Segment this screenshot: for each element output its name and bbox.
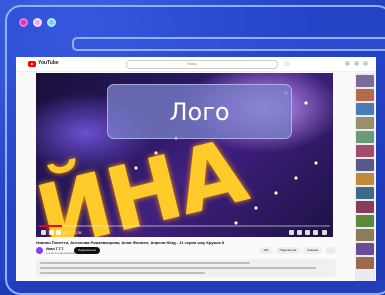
- player-controls: 0:00 / 12:35: [39, 228, 330, 235]
- recommendation-thumbnail[interactable]: [356, 131, 374, 143]
- header-icons: [345, 61, 368, 66]
- next-icon[interactable]: [49, 230, 54, 235]
- channel-row: Иван Т.Т.Т. 1,2 млн подписчиков Подписат…: [36, 247, 336, 257]
- volume-icon[interactable]: [56, 230, 61, 235]
- miniplayer-icon[interactable]: [305, 230, 310, 235]
- more-button[interactable]: ...: [325, 247, 336, 254]
- recommendation-thumbnail[interactable]: [356, 117, 374, 129]
- recommendation-thumbnail[interactable]: [356, 103, 374, 115]
- settings-icon[interactable]: [297, 230, 302, 235]
- upload-icon[interactable]: [345, 61, 350, 66]
- recommendations-sidebar: [355, 73, 375, 281]
- captions-icon[interactable]: [289, 230, 294, 235]
- recommendation-thumbnail[interactable]: [356, 75, 374, 87]
- window-dot-pink[interactable]: [33, 18, 42, 27]
- recommendation-thumbnail[interactable]: [356, 145, 374, 157]
- recommendation-thumbnail[interactable]: [356, 201, 374, 213]
- description-line: [40, 267, 316, 269]
- time-display: 0:00 / 12:35: [63, 231, 82, 235]
- account-avatar[interactable]: [363, 61, 368, 66]
- channel-subscribers: 1,2 млн подписчиков: [46, 251, 75, 255]
- video-title: Извини Полетти, Антонова Рожаевкорова, А…: [36, 240, 224, 245]
- notifications-icon[interactable]: [354, 61, 359, 66]
- video-description[interactable]: [36, 259, 336, 277]
- recommendation-thumbnail[interactable]: [356, 159, 374, 171]
- theater-icon[interactable]: [313, 230, 318, 235]
- logo-placeholder: Лого: [107, 84, 292, 139]
- address-bar[interactable]: [72, 37, 385, 51]
- subscribe-button[interactable]: Подписаться: [74, 247, 100, 254]
- description-line: [40, 262, 250, 264]
- youtube-logo-text[interactable]: YouTube: [38, 60, 59, 66]
- window-controls: [19, 18, 56, 27]
- channel-avatar[interactable]: [36, 247, 43, 254]
- progress-fill: [39, 225, 63, 227]
- fullscreen-icon[interactable]: [322, 230, 327, 235]
- mic-icon[interactable]: [284, 61, 290, 67]
- video-actions: 12K Поделиться Скачать ...: [259, 247, 336, 254]
- like-button[interactable]: 12K: [259, 247, 273, 254]
- window-dot-blue[interactable]: [47, 18, 56, 27]
- share-button[interactable]: Поделиться: [275, 247, 301, 254]
- recommendation-thumbnail[interactable]: [356, 215, 374, 227]
- youtube-header: YouTube Поиск: [16, 57, 376, 72]
- youtube-logo-icon[interactable]: [28, 61, 36, 67]
- progress-bar[interactable]: [39, 225, 330, 227]
- search-placeholder: Поиск: [187, 62, 197, 66]
- recommendation-thumbnail[interactable]: [356, 257, 374, 269]
- recommendation-thumbnail[interactable]: [356, 243, 374, 255]
- recommendation-thumbnail[interactable]: [356, 229, 374, 241]
- recommendation-thumbnail[interactable]: [356, 89, 374, 101]
- description-line: [40, 272, 205, 274]
- recommendation-thumbnail[interactable]: [356, 187, 374, 199]
- download-button[interactable]: Скачать: [303, 247, 323, 254]
- window-dot-red[interactable]: [19, 18, 28, 27]
- play-icon[interactable]: [41, 230, 46, 235]
- search-input[interactable]: Поиск: [126, 60, 278, 69]
- recommendation-thumbnail[interactable]: [356, 173, 374, 185]
